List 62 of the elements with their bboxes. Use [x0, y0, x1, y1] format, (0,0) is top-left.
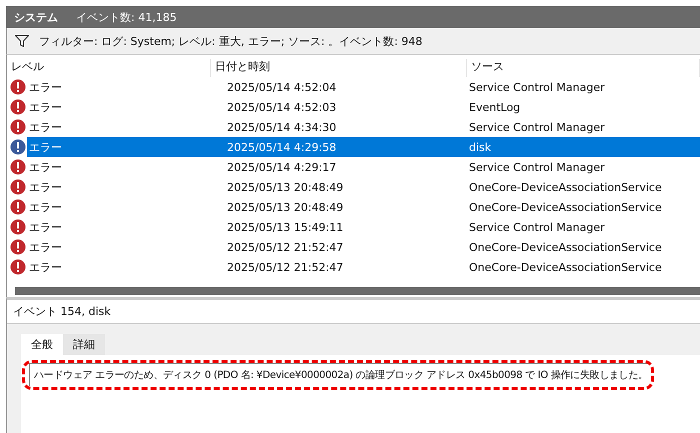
- source-cell-text: OneCore-DeviceAssociationService: [469, 200, 663, 214]
- event-row[interactable]: エラー 2025/05/13 15:49:11 Service Control Manager: [27, 217, 700, 237]
- source-cell-text: Service Control Manager: [469, 160, 606, 174]
- event-row[interactable]: エラー 2025/05/13 20:48:49 OneCore-DeviceAssociationService: [27, 177, 700, 197]
- event-row[interactable]: エラー 2025/05/14 4:29:17 Service Control Manager: [27, 157, 700, 177]
- source-cell-text: Service Control Manager: [469, 80, 606, 94]
- datetime-cell-text: 2025/05/12 21:52:47: [226, 260, 344, 274]
- event-row[interactable]: エラー 2025/05/12 21:52:47 OneCore-DeviceAssociationService: [27, 237, 700, 257]
- event-row[interactable]: エラー 2025/05/12 21:52:47 OneCore-DeviceAssociationService: [27, 257, 700, 277]
- event-title: イベント 154, disk: [7, 300, 700, 324]
- level-cell-text: エラー: [28, 80, 63, 94]
- source-cell-text: OneCore-DeviceAssociationService: [469, 260, 663, 274]
- datetime-cell-text: 2025/05/14 4:52:04: [226, 80, 338, 94]
- error-icon: [10, 239, 26, 255]
- error-icon: [10, 199, 26, 215]
- source-cell-text: EventLog: [469, 100, 522, 114]
- error-icon: [10, 99, 26, 115]
- log-title: システム: [14, 10, 58, 24]
- source-cell-text: disk: [469, 140, 492, 154]
- event-row[interactable]: エラー 2025/05/14 4:52:04 Service Control Manager: [27, 77, 700, 97]
- error-icon: [10, 139, 26, 155]
- filter-icon[interactable]: [15, 35, 29, 47]
- error-icon: [10, 179, 26, 195]
- level-cell-text: エラー: [28, 180, 63, 194]
- source-cell-text: OneCore-DeviceAssociationService: [469, 180, 663, 194]
- datetime-cell-text: 2025/05/12 21:52:47: [226, 240, 344, 254]
- datetime-cell-text: 2025/05/13 15:49:11: [226, 220, 344, 234]
- error-icon: [10, 79, 26, 95]
- source-cell-text: Service Control Manager: [469, 120, 606, 134]
- datetime-cell-text: 2025/05/13 20:48:49: [226, 200, 344, 214]
- event-row[interactable]: エラー 2025/05/14 4:52:03 EventLog: [27, 97, 700, 117]
- filter-text: フィルター: ログ: System; レベル: 重大, エラー; ソース: 。イベント数: 948: [39, 34, 422, 48]
- source-cell-text: OneCore-DeviceAssociationService: [469, 240, 663, 254]
- event-row[interactable]: エラー 2025/05/14 4:29:58 disk: [27, 137, 700, 157]
- datetime-cell-text: 2025/05/14 4:52:03: [226, 100, 338, 114]
- level-cell-text: エラー: [28, 120, 63, 134]
- level-cell-text: エラー: [28, 160, 63, 174]
- level-cell-text: エラー: [28, 200, 63, 214]
- level-cell-text: エラー: [28, 240, 63, 254]
- source-cell-text: Service Control Manager: [469, 220, 606, 234]
- tab[interactable]: 詳細: [63, 334, 105, 355]
- column-header[interactable]: ソース: [467, 59, 700, 77]
- error-icon: [10, 259, 26, 275]
- level-cell-text: エラー: [28, 260, 63, 274]
- column-header[interactable]: レベル: [7, 59, 211, 77]
- datetime-cell-text: 2025/05/14 4:34:30: [226, 120, 338, 134]
- error-icon: [10, 219, 26, 235]
- datetime-cell-text: 2025/05/14 4:29:58: [226, 140, 338, 154]
- tab[interactable]: 全般: [21, 334, 63, 355]
- horizontal-scrollbar[interactable]: [15, 287, 700, 295]
- level-cell-text: エラー: [28, 100, 63, 114]
- event-row[interactable]: エラー 2025/05/13 20:48:49 OneCore-DeviceAssociationService: [27, 197, 700, 217]
- event-row[interactable]: エラー 2025/05/14 4:34:30 Service Control Manager: [27, 117, 700, 137]
- datetime-cell-text: 2025/05/13 20:48:49: [226, 180, 344, 194]
- column-header[interactable]: 日付と時刻: [211, 59, 467, 77]
- event-message: ハードウェア エラーのため、ディスク 0 (PDO 名: ¥Device¥0000002a) の論理ブロック アドレス 0x45b0098 で IO 操作に失敗しました。: [34, 370, 648, 381]
- datetime-cell-text: 2025/05/14 4:29:17: [226, 160, 338, 174]
- event-count: イベント数: 41,185: [76, 10, 177, 24]
- level-cell-text: エラー: [28, 220, 63, 234]
- level-cell-text: エラー: [28, 140, 63, 154]
- error-icon: [10, 119, 26, 135]
- error-icon: [10, 159, 26, 175]
